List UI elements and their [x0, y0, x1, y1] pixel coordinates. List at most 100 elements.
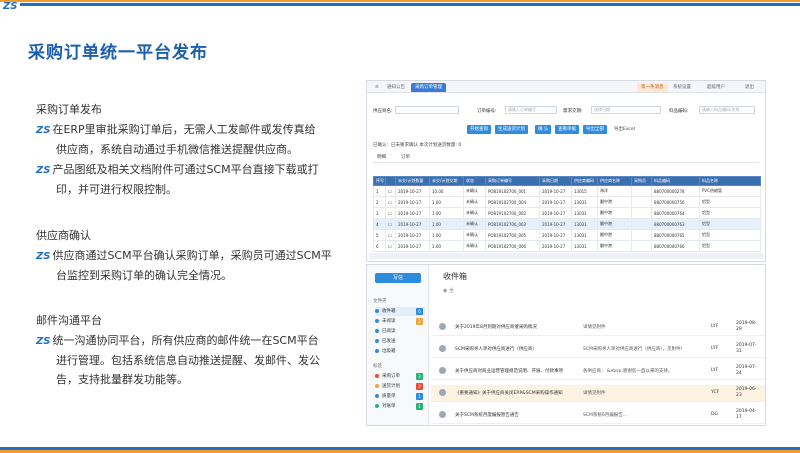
tab-purchase-orders[interactable]: 采购订单管理 [411, 83, 446, 92]
row-checkbox[interactable]: ☐ [385, 218, 396, 230]
cell-status: 未确认 [463, 229, 486, 241]
section-heading-supplier-confirm: 供应商确认 [36, 229, 91, 242]
zs-bullet-icon: ZS [36, 336, 51, 347]
select-all-icon: ◉ [443, 288, 448, 294]
col-status: 状态 [463, 176, 486, 186]
list-item[interactable]: SCM采购寻人单对供应商进行（供应商） SCM采购寻人单对供应商进行（供应商），… [431, 341, 765, 358]
list-item[interactable]: 关于供应商对商业运营管理规范说明、开展、付款事项 各供应商： &nbsp;感谢您… [431, 363, 765, 380]
cell-item-name: 铝型 [699, 229, 761, 241]
row-checkbox[interactable]: ☐ [385, 196, 396, 208]
orders-screenshot: ≡ 通知公告 采购订单管理 第一条消息 系统设置 超级用户 退出 供应商名: 订… [366, 80, 766, 262]
folder-read[interactable]: 已阅读 [375, 327, 425, 336]
message-subject: 《重要通知》关于供应商关闭ERP&SCM采购操作通知 [455, 391, 563, 396]
orders-info-line: 已确认：已未要求确认 本次计划送货数量: 0 [373, 143, 462, 148]
tag-dot-icon [375, 373, 379, 378]
table-row[interactable]: 4 ☐ 2019-10-27 1.00 未确认 PO819102700_003 2019-1… [373, 218, 761, 230]
subtab-detail[interactable]: 明细 [377, 154, 386, 160]
order-number-input[interactable]: 请输入订单编号 [505, 106, 557, 114]
orders-subtabs: 明细 订单 [373, 152, 759, 163]
message-date: 2019-07-31 [736, 343, 757, 354]
list-item[interactable]: 关于2019年8月到期对供应商催采购情况 详情见附件 LYF 2019-08-2… [431, 319, 765, 336]
cell-seq: 5 [373, 229, 386, 241]
cell-status: 未确认 [463, 196, 486, 208]
folder-sent[interactable]: 已发送 [375, 337, 425, 346]
export-all-button[interactable]: 导出全部 [583, 125, 607, 134]
zs-bullet-icon: ZS [36, 125, 51, 136]
list-item[interactable]: 《重要通知》关于供应商关闭ERP&SCM采购操作通知 详情见附件 YCF 201… [431, 385, 765, 402]
horizontal-scrollbar[interactable] [369, 253, 763, 259]
confirm-button[interactable]: 确 认 [535, 125, 552, 134]
message-check-icon[interactable] [439, 411, 446, 418]
cell-supplier-name: 翻中港 [597, 240, 632, 252]
row-checkbox[interactable]: ☐ [385, 240, 396, 252]
tab-notices[interactable]: 通知公告 [383, 83, 409, 92]
tag-count-badge: 2 [416, 383, 423, 390]
item-code-input[interactable]: 请输入料品编码/名称 [699, 106, 755, 114]
tag-purchase-orders[interactable]: 采购订单 3 [375, 372, 425, 381]
tag-delivery-plan[interactable]: 送货计划 2 [375, 382, 425, 391]
cell-po-date: 2019-10-27 [539, 185, 572, 197]
menu-icon[interactable]: ≡ [371, 83, 383, 92]
message-check-icon[interactable] [439, 323, 446, 330]
sent-icon [375, 338, 379, 343]
trash-icon [375, 348, 379, 353]
row-checkbox[interactable]: ☐ [385, 207, 396, 219]
message-check-icon[interactable] [439, 389, 446, 396]
folder-trash[interactable]: 垃圾箱 [375, 347, 425, 356]
cell-plan-qty: 1.00 [429, 240, 464, 252]
cell-supplier-name: 翻中港 [597, 218, 632, 230]
view-document-button[interactable]: 查看单据 [555, 125, 579, 134]
table-row[interactable]: 2 ☐ 2019-10-27 1.00 未确认 PO819102700_004 2019-1… [373, 196, 761, 208]
cell-item-code: 880700000278 [651, 185, 700, 197]
row-checkbox[interactable]: ☐ [385, 185, 396, 197]
message-preview: 各供应商： &nbsp;感谢您一直以来的支持。 [583, 369, 673, 374]
message-sender: DG [711, 412, 718, 417]
folder-inbox[interactable]: 收件箱 6 [375, 307, 425, 316]
due-date-input[interactable]: 选择日期 [591, 106, 661, 114]
company-logo-icon: ZS [3, 1, 18, 12]
row-checkbox[interactable]: ☐ [385, 229, 396, 241]
cell-supplier-code: 13015 [571, 185, 598, 197]
cell-plan-date: 2019-10-27 [395, 185, 430, 197]
cell-supplier-name: 翻中港 [597, 229, 632, 241]
cell-plan-date: 2019-10-27 [395, 240, 430, 252]
col-po-number: 采购订单编号 [485, 176, 540, 186]
folder-unread[interactable]: 未阅读 2 [375, 317, 425, 326]
tab-super-user[interactable]: 超级用户 [703, 83, 729, 92]
cell-po-number: PO819102700_006 [485, 240, 540, 252]
tag-quality[interactable]: 质量单 1 [375, 392, 425, 401]
table-row[interactable]: 6 ☐ 2019-10-27 1.00 未确认 PO819102700_006 2019-1… [373, 240, 761, 252]
cell-supplier-code: 13031 [571, 196, 598, 208]
tab-logout[interactable]: 退出 [741, 83, 758, 92]
tab-first-message[interactable]: 第一条消息 [637, 83, 668, 92]
compose-button[interactable]: 写信 [375, 273, 421, 283]
cell-supplier-name: 翻中港 [597, 207, 632, 219]
cell-po-number: PO819102700_005 [485, 229, 540, 241]
table-row[interactable]: 3 ☐ 2019-10-27 1.00 未确认 PO819102700_002 2019-1… [373, 207, 761, 219]
message-check-icon[interactable] [439, 345, 446, 352]
message-date: 2019-04-17 [736, 409, 757, 420]
cell-po-date: 2019-10-27 [539, 207, 572, 219]
cell-buyer [631, 240, 652, 252]
message-date: 2019-08-29 [736, 321, 757, 332]
cell-supplier-code: 13031 [571, 240, 598, 252]
cell-seq: 2 [373, 196, 386, 208]
supplier-input[interactable] [395, 106, 459, 114]
zs-bullet-icon: ZS [36, 165, 51, 176]
message-check-icon[interactable] [439, 367, 446, 374]
select-all-toggle[interactable]: ◉ 全 [443, 287, 454, 294]
tag-statement[interactable]: 对账单 1 [375, 402, 425, 411]
tab-settings[interactable]: 系统设置 [669, 83, 695, 92]
cell-supplier-name: 海洋 [597, 185, 632, 197]
table-row[interactable]: 1 ☐ 2019-10-27 10.00 未确认 PO819102700_001 2019-… [373, 185, 761, 197]
col-check[interactable] [385, 176, 396, 186]
export-excel-button[interactable]: 导出Excel [611, 125, 638, 134]
subtab-order[interactable]: 订单 [401, 154, 410, 160]
table-row[interactable]: 5 ☐ 2019-10-27 1.00 未确认 PO819102700_005 2019-1… [373, 229, 761, 241]
start-query-button[interactable]: 开始查询 [467, 125, 491, 134]
list-item[interactable]: 关于SCM系统月度编报暂告通告 SCM系统6月编报告... DG 2019-04… [431, 407, 765, 424]
cell-plan-date: 2019-10-27 [395, 218, 430, 230]
message-subject: 关于供应商对商业运营管理规范说明、开展、付款事项 [455, 369, 563, 374]
generate-delivery-button[interactable]: 生成送货计划 [495, 125, 528, 134]
cell-seq: 3 [373, 207, 386, 219]
